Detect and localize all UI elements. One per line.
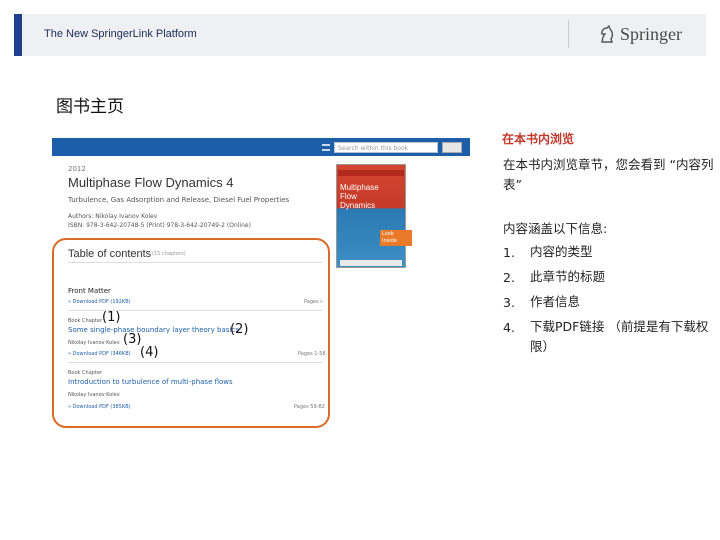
- book-cover: [336, 164, 406, 268]
- header-title: The New SpringerLink Platform: [44, 28, 197, 40]
- book-subtitle: Turbulence, Gas Adsorption and Release, …: [68, 196, 290, 204]
- header-separator: [568, 20, 569, 48]
- side-heading: 在本书内浏览: [502, 132, 575, 146]
- cover-footer: [340, 260, 402, 266]
- book-year: 2012: [68, 165, 86, 173]
- logo-text: Springer: [620, 23, 682, 44]
- cover-title: Multiphase Flow Dynamics: [340, 183, 379, 210]
- list-item: 作者信息: [530, 294, 581, 309]
- marker-4: (4): [140, 345, 159, 360]
- list-item: 此章节的标题: [530, 269, 606, 284]
- marker-3: (3): [123, 332, 142, 347]
- cover-band: [338, 170, 404, 176]
- header-accent: [14, 14, 22, 56]
- look-inside-button[interactable]: Look Inside: [380, 230, 412, 246]
- list-item-number: 1.: [503, 245, 515, 260]
- side-description: 在本书内浏览章节，您会看到 “内容列表”: [503, 157, 714, 192]
- list-item-number: 3.: [503, 295, 515, 310]
- page-title: 图书主页: [56, 97, 124, 117]
- book-title: Multiphase Flow Dynamics 4: [68, 175, 234, 190]
- list-item-number: 4.: [503, 320, 515, 335]
- menu-icon[interactable]: [322, 144, 330, 151]
- chess-knight-icon: [601, 24, 614, 43]
- marker-1: (1): [102, 310, 121, 325]
- list-item: 下载PDF链接 （前提是有下载权限）: [530, 319, 709, 354]
- book-authors: Authors: Nikolay Ivanov Kolev: [68, 213, 158, 220]
- list-item-number: 2.: [503, 270, 515, 285]
- book-isbn: ISBN: 978-3-642-20748-5 (Print) 978-3-64…: [68, 222, 251, 229]
- search-button[interactable]: [442, 142, 462, 153]
- side-intro: 内容涵盖以下信息:: [503, 221, 608, 236]
- search-input[interactable]: Search within this book: [334, 142, 438, 153]
- list-item: 内容的类型: [530, 244, 593, 259]
- marker-2: (2): [230, 322, 249, 337]
- toc-highlight-frame: [52, 238, 330, 428]
- springer-logo: Springer: [598, 22, 682, 46]
